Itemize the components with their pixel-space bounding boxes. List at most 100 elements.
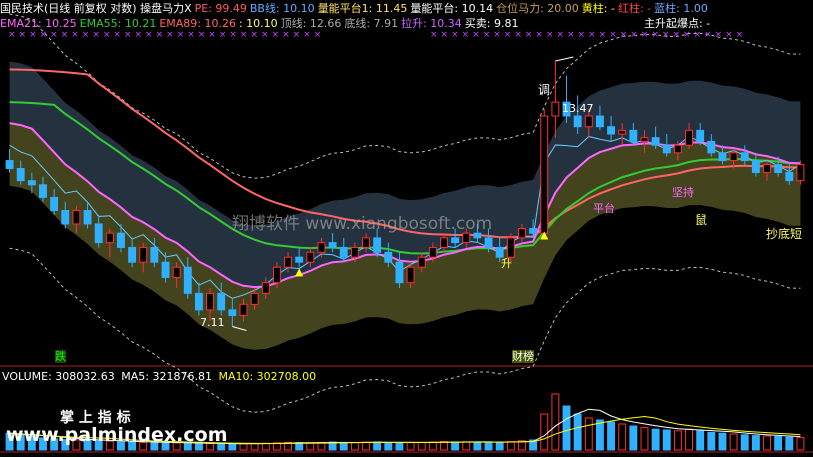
volume-bar bbox=[662, 429, 671, 451]
volume-bar bbox=[785, 436, 794, 451]
candle-body bbox=[796, 164, 805, 182]
x-markers-left: ×××××××××××××××××××××××××××××× bbox=[8, 30, 325, 40]
volume-bar bbox=[629, 425, 638, 451]
volume-bar bbox=[540, 413, 549, 451]
volume-bar bbox=[306, 442, 315, 451]
candle-body bbox=[729, 152, 738, 162]
candle-body bbox=[417, 256, 426, 268]
candle-body bbox=[27, 180, 36, 186]
volume-bar bbox=[417, 441, 426, 451]
candle-body bbox=[206, 292, 215, 311]
candle-body bbox=[328, 242, 337, 248]
header1-item: 红柱: - bbox=[617, 2, 652, 15]
annotation-die: 跌 bbox=[55, 350, 66, 363]
volume-bar bbox=[685, 428, 693, 451]
candle-body bbox=[272, 266, 281, 284]
candle-body bbox=[751, 160, 760, 174]
candle-body bbox=[395, 261, 404, 284]
candle-body bbox=[317, 242, 326, 253]
volume-bar bbox=[406, 442, 415, 451]
candle-body bbox=[172, 266, 181, 278]
candle-body bbox=[540, 115, 549, 234]
candle-body bbox=[284, 256, 292, 268]
volume-bar bbox=[607, 421, 616, 451]
candle-body bbox=[685, 129, 693, 146]
annotation-xiwang: 坚持 bbox=[672, 186, 694, 199]
volume-bar bbox=[562, 405, 571, 451]
candle-body bbox=[462, 232, 471, 244]
candle-body bbox=[529, 228, 538, 234]
candle-body bbox=[16, 167, 25, 182]
header-line-1: 国民技术(日线 前复权 对数) 操盘马力X PE: 99.49 BB线: 10.10… bbox=[0, 2, 711, 15]
volume-value: VOLUME: 308032.63 bbox=[2, 370, 115, 383]
candle-body bbox=[763, 164, 771, 174]
annotation-caibang: 财榜 bbox=[512, 350, 534, 363]
x-markers-right: ×××××××××××××××××××××××××××××× bbox=[430, 30, 747, 40]
volume-bar bbox=[395, 442, 404, 451]
candle-body bbox=[740, 152, 749, 162]
high-pointer bbox=[555, 56, 574, 62]
candle-body bbox=[607, 126, 616, 135]
candle-body bbox=[105, 232, 114, 244]
volume-bar bbox=[707, 431, 716, 451]
candle-body bbox=[183, 266, 192, 294]
candle-body bbox=[150, 246, 159, 263]
header1-item: 量能平台1: 11.45 bbox=[317, 2, 408, 15]
volume-ma5: MA5: 321876.81 bbox=[121, 370, 212, 383]
candle-body bbox=[584, 115, 593, 128]
watermark-text: 翔博软件 www.xiangbosoft.com bbox=[232, 214, 493, 234]
volume-bar bbox=[484, 441, 493, 451]
candle-body bbox=[673, 144, 682, 154]
candle-body bbox=[484, 237, 493, 248]
volume-bar bbox=[751, 435, 760, 451]
volume-bar bbox=[640, 427, 649, 451]
candle-body bbox=[785, 172, 794, 182]
candle-body bbox=[451, 237, 460, 244]
candle-body bbox=[495, 246, 504, 258]
candle-body bbox=[83, 209, 92, 225]
candle-body bbox=[707, 140, 716, 154]
volume-bar bbox=[384, 441, 393, 451]
header2-item: 底线: 7.91 bbox=[344, 17, 399, 30]
annotation-pingtai: 平台 bbox=[593, 202, 615, 215]
header1-item: 国民技术(日线 前复权 对数) 操盘马力X bbox=[0, 2, 192, 15]
volume-bar bbox=[506, 441, 515, 451]
annotation-diao: 调 bbox=[538, 83, 551, 97]
candle-body bbox=[350, 246, 359, 258]
candle-body bbox=[629, 129, 638, 142]
volume-bar bbox=[261, 442, 270, 451]
volume-bar bbox=[362, 441, 370, 451]
chart-stage: 国民技术(日线 前复权 对数) 操盘马力X PE: 99.49 BB线: 10.10… bbox=[0, 0, 813, 457]
candle-body bbox=[161, 261, 170, 278]
candle-body bbox=[573, 115, 582, 128]
volume-bar bbox=[796, 437, 805, 451]
annotation-high: 13.47 bbox=[562, 102, 594, 115]
candle-body bbox=[362, 237, 370, 248]
annotation-bottom-buy: 抄底短 bbox=[766, 227, 803, 241]
volume-bar bbox=[729, 433, 738, 451]
candle-body bbox=[117, 232, 125, 248]
volume-bar bbox=[673, 430, 682, 451]
header1-item: 仓位马力: 20.00 bbox=[496, 2, 579, 15]
candle-body bbox=[72, 209, 81, 225]
candle-body bbox=[61, 209, 70, 225]
candle-body bbox=[440, 237, 448, 248]
volume-bar bbox=[373, 441, 382, 451]
volume-bar bbox=[339, 441, 348, 451]
candle-body bbox=[651, 137, 660, 146]
bottom-watermark-url: www.palmindex.com bbox=[6, 424, 228, 446]
candle-body bbox=[261, 282, 270, 294]
volume-bar bbox=[696, 430, 705, 451]
candle-body bbox=[128, 246, 137, 263]
candle-body bbox=[295, 256, 304, 263]
volume-bar bbox=[551, 393, 560, 451]
volume-bar bbox=[350, 442, 359, 451]
candle-body bbox=[662, 144, 671, 154]
volume-ma10: MA10: 302708.00 bbox=[218, 370, 317, 383]
volume-bar bbox=[473, 441, 482, 451]
candle-body bbox=[774, 164, 783, 174]
candle-body bbox=[640, 137, 649, 142]
header1-item: PE: 99.49 bbox=[194, 2, 247, 15]
volume-bar bbox=[595, 419, 604, 451]
volume-bar bbox=[228, 443, 237, 451]
